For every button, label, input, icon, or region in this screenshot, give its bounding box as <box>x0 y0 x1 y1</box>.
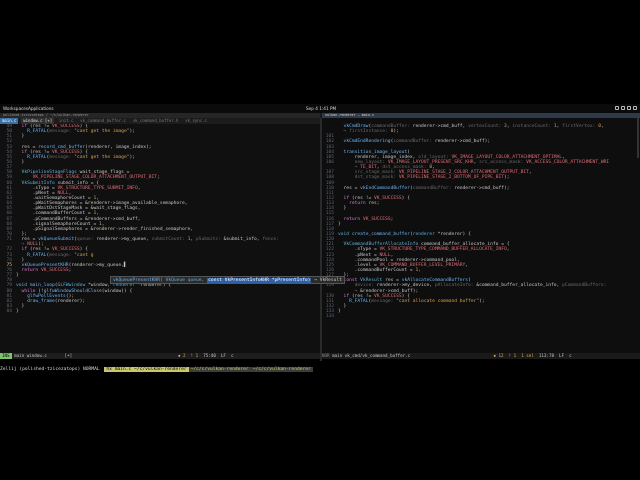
status-eol: LF <box>220 353 226 358</box>
workspaces-button[interactable]: Workspaces <box>3 106 28 111</box>
desktop-top-bar: Workspaces Applications Sep 4 1:41 PM <box>0 104 640 113</box>
zellij-tab-2[interactable]: ~/c/c/vulkan-renderer <box>188 367 251 372</box>
status-position: 75:40 <box>203 353 216 358</box>
volume-icon[interactable] <box>621 106 625 110</box>
code-text: } <box>16 309 19 315</box>
popup-active-arg: const VkPresentInfoKHR *pPresentInfo) <box>207 278 312 283</box>
system-tray <box>615 106 637 110</box>
status-file-right: main vk_cmd/vk_command_buffer.c <box>332 353 411 358</box>
left-statusline: INS main window.c [+] ◆ 2 ! 1 75:40 LF c <box>0 353 320 359</box>
battery-icon[interactable] <box>627 106 631 110</box>
status-position-right: 113:78 <box>538 353 554 358</box>
zellij-status-bar: Zellij (polished-tzicezatops) NORMAL hx … <box>0 366 640 373</box>
line-number: 134 <box>325 314 334 320</box>
code-line[interactable]: 84} <box>0 309 320 314</box>
line-number: 84 <box>6 309 12 315</box>
popup-return: → VkResult <box>314 278 342 283</box>
power-icon[interactable] <box>633 106 637 110</box>
right-editor-pane[interactable]: vkCmdDraw(commandBuffer: renderer->cmd_b… <box>322 118 640 353</box>
left-editor-pane[interactable]: 49 if (res != VK_SUCCESS) {50 R_FATAL(me… <box>0 124 320 353</box>
applications-button[interactable]: Applications <box>28 106 54 111</box>
mode-indicator-right: NOR <box>322 353 330 358</box>
status-diagnostics-right: ◆ 12 ! 1 1 sel <box>493 353 534 358</box>
zellij-mode: NORMAL <box>83 367 100 372</box>
zellij-session: Zellij (polished-tzicezatops) <box>0 367 81 372</box>
zellij-tab-3[interactable]: ~/c/c/vulkan-renderer <box>250 367 313 372</box>
popup-function: vkQueuePresentKHR( <box>113 278 163 283</box>
status-file: main window.c <box>14 353 47 358</box>
status-eol-right: LF <box>559 353 565 358</box>
status-filetype: c <box>230 353 234 358</box>
status-filetype-right: c <box>569 353 572 358</box>
mode-indicator: INS <box>0 353 12 359</box>
right-statusline: NOR main vk_cmd/vk_command_buffer.c ◆ 12… <box>322 353 640 359</box>
status-diagnostics: ◆ 2 ! 1 <box>178 353 199 358</box>
clock[interactable]: Sep 4 1:41 PM <box>306 106 336 111</box>
popup-arg1: VkQueue queue, <box>165 278 205 283</box>
signature-help-popup: vkQueuePresentKHR( VkQueue queue, const … <box>110 276 345 284</box>
scrollbar[interactable] <box>637 118 639 158</box>
network-icon[interactable] <box>615 106 619 110</box>
code-line[interactable]: 134 <box>322 314 640 319</box>
status-modified: [+] <box>64 353 73 358</box>
zellij-tab-1[interactable]: hx main.c ~/c/vulkan-renderer <box>104 367 189 372</box>
